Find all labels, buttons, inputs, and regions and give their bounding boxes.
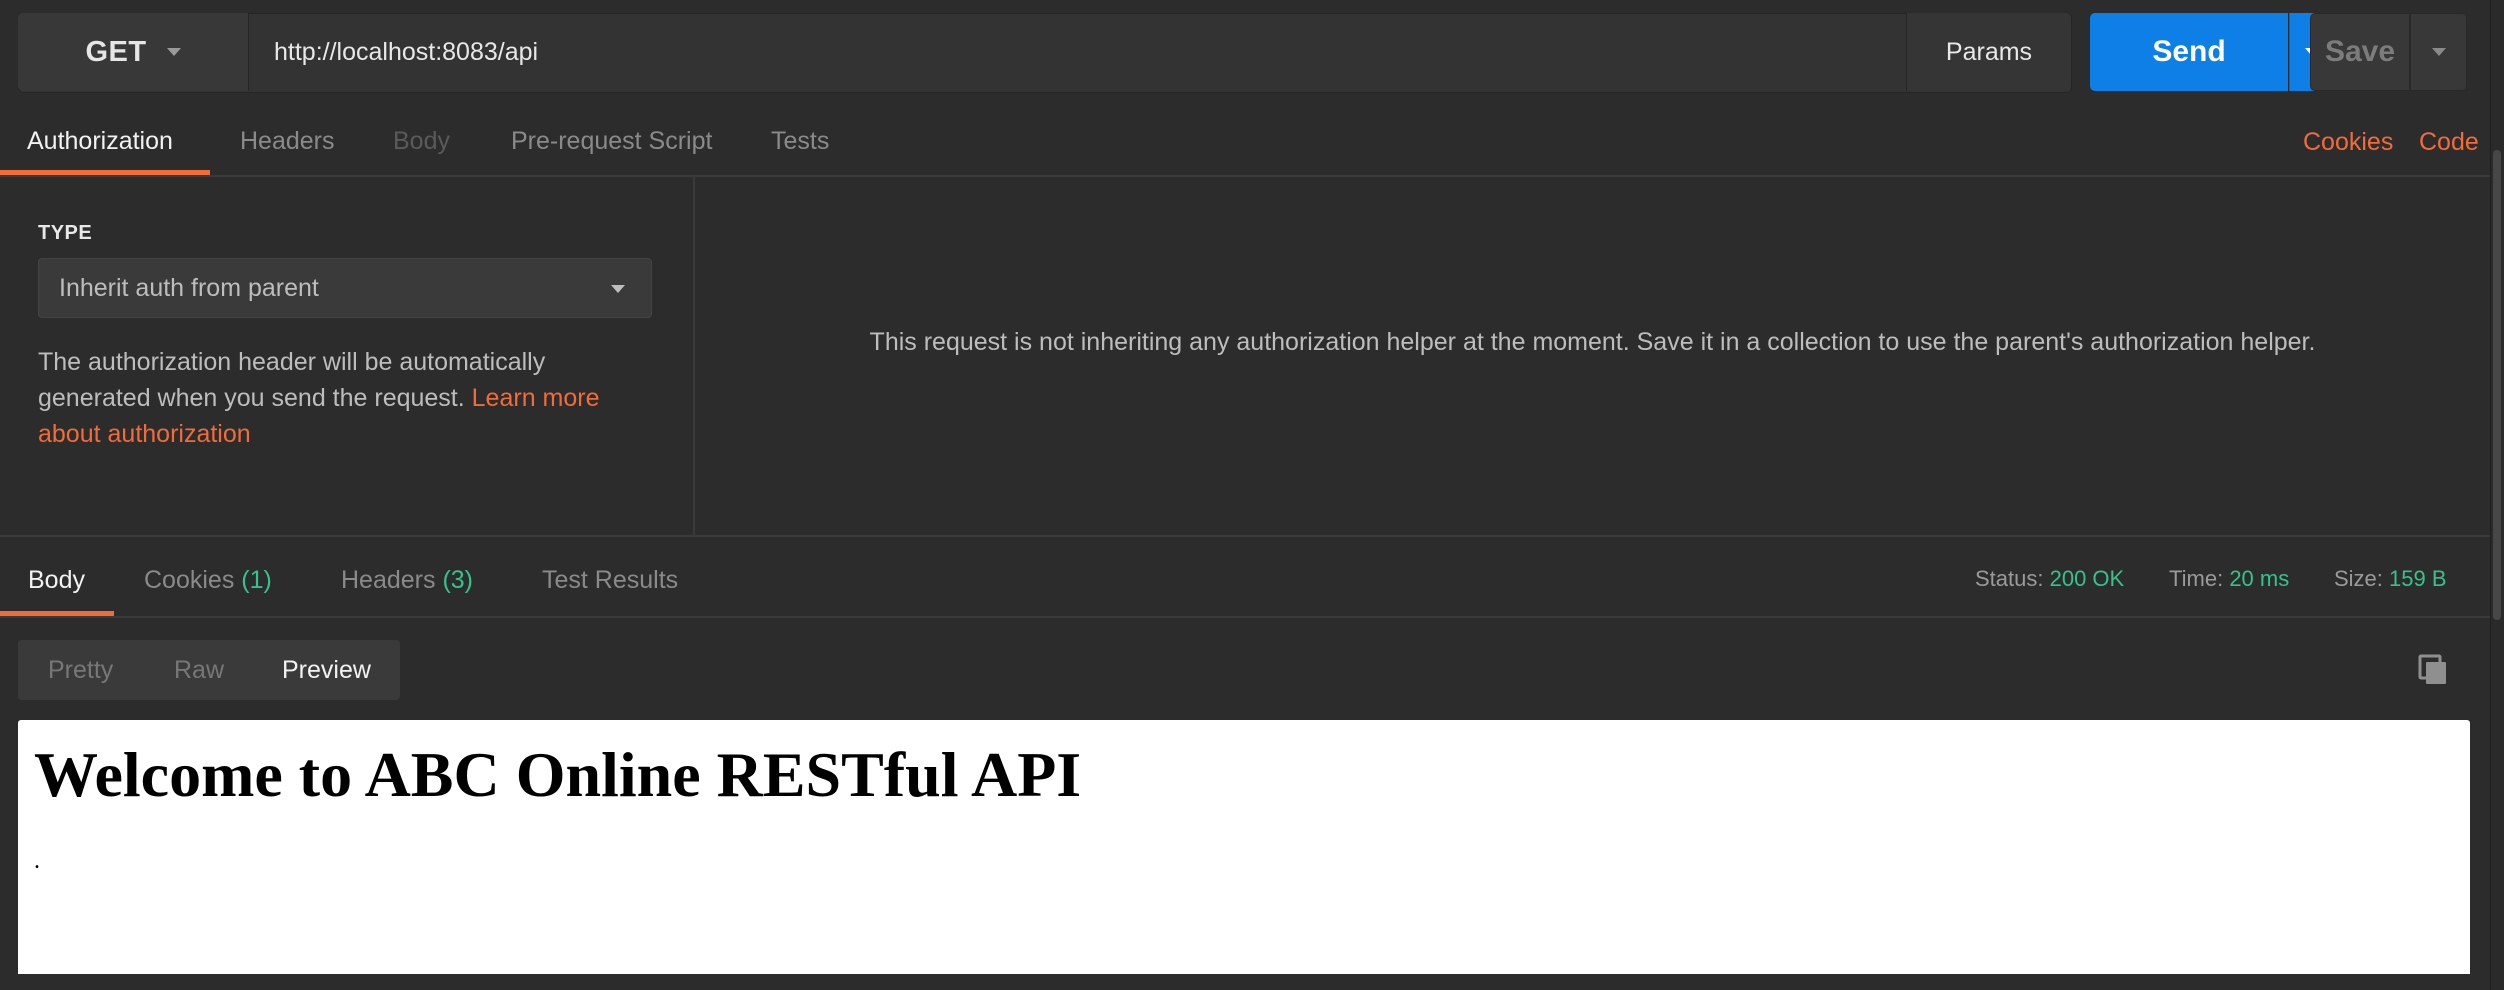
chevron-down-icon xyxy=(611,285,625,293)
tab-body[interactable]: Body xyxy=(393,124,450,176)
chevron-down-icon xyxy=(2431,48,2446,56)
tab-headers[interactable]: Headers xyxy=(240,124,335,176)
time-info: Time: 20 ms xyxy=(2169,566,2289,592)
time-label: Time: xyxy=(2169,566,2224,591)
divider xyxy=(0,616,2490,618)
view-mode-pretty[interactable]: Pretty xyxy=(48,656,113,685)
pane-divider[interactable] xyxy=(0,535,2490,537)
code-link[interactable]: Code xyxy=(2419,128,2479,157)
tab-tests[interactable]: Tests xyxy=(771,124,829,176)
scrollbar-thumb[interactable] xyxy=(2493,150,2501,620)
tab-pre-request-script[interactable]: Pre-request Script xyxy=(511,124,712,176)
size-value: 159 B xyxy=(2389,566,2447,591)
auth-description-text: The authorization header will be automat… xyxy=(38,348,546,412)
auth-type-select[interactable]: Inherit auth from parent xyxy=(38,258,652,318)
send-button[interactable]: Send xyxy=(2090,13,2288,91)
view-mode-preview[interactable]: Preview xyxy=(282,656,371,685)
save-options-button[interactable] xyxy=(2410,13,2467,91)
response-tab-cookies[interactable]: Cookies (1) xyxy=(144,566,272,595)
type-label: TYPE xyxy=(38,222,93,244)
bottom-edge xyxy=(0,974,2490,990)
count-badge: (3) xyxy=(442,566,474,594)
size-info: Size: 159 B xyxy=(2334,566,2447,592)
copy-icon[interactable] xyxy=(2418,654,2448,686)
preview-text: . xyxy=(34,848,40,874)
cookies-link[interactable]: Cookies xyxy=(2303,128,2393,157)
response-tab-label: Body xyxy=(28,566,85,594)
response-tab-headers[interactable]: Headers (3) xyxy=(341,566,473,595)
view-mode-raw[interactable]: Raw xyxy=(174,656,224,685)
url-input[interactable]: http://localhost:8083/api xyxy=(250,13,1906,91)
save-button[interactable]: Save xyxy=(2310,13,2410,91)
response-tab-body[interactable]: Body xyxy=(28,566,85,595)
auth-message: This request is not inheriting any autho… xyxy=(869,328,2316,356)
count-badge: (1) xyxy=(241,566,272,594)
chevron-down-icon xyxy=(166,48,181,56)
response-tab-label: Cookies xyxy=(144,566,235,594)
response-tab-label: Headers xyxy=(341,566,436,594)
response-tab-label: Test Results xyxy=(542,566,679,594)
preview-heading: Welcome to ABC Online RESTful API xyxy=(34,739,1082,810)
size-label: Size: xyxy=(2334,566,2383,591)
status-value: 200 OK xyxy=(2049,566,2125,591)
auth-type-value: Inherit auth from parent xyxy=(59,273,319,302)
status-info: Status: 200 OK xyxy=(1975,566,2124,592)
method-label: GET xyxy=(85,35,147,68)
response-tab-test-results[interactable]: Test Results xyxy=(542,566,678,595)
tab-authorization[interactable]: Authorization xyxy=(27,124,173,176)
response-preview: Welcome to ABC Online RESTful API . xyxy=(18,720,2470,974)
params-button[interactable]: Params xyxy=(1906,13,2071,91)
auth-description: The authorization header will be automat… xyxy=(38,344,638,452)
time-value: 20 ms xyxy=(2229,566,2290,591)
method-select[interactable]: GET xyxy=(18,13,249,91)
status-label: Status: xyxy=(1975,566,2044,591)
